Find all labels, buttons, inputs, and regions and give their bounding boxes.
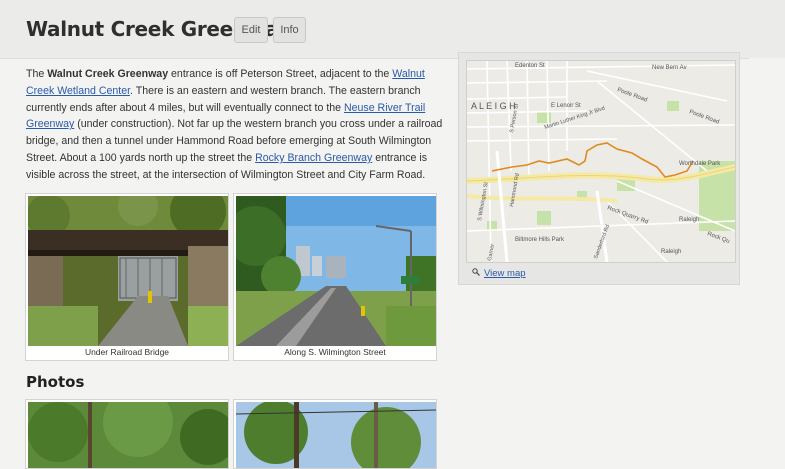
page-background-strip xyxy=(749,58,785,458)
magnifier-icon xyxy=(472,268,480,279)
woods-photo[interactable] xyxy=(28,402,228,469)
map[interactable]: Edenton St New Bern Av Poole Road Poole … xyxy=(466,60,736,263)
photo-card-wilmington-street[interactable]: Along S. Wilmington Street xyxy=(233,193,437,361)
utility-pole-photo[interactable] xyxy=(236,402,436,469)
map-label: Edenton St xyxy=(515,63,545,69)
map-label: New Bern Av xyxy=(652,65,687,71)
text-segment: entrance is off Peterson Street, adjacen… xyxy=(168,68,393,80)
description-paragraph: The Walnut Creek Greenway entrance is of… xyxy=(26,66,444,184)
map-label: Worthdale Park xyxy=(679,161,721,167)
map-canvas[interactable]: Edenton St New Bern Av Poole Road Poole … xyxy=(467,61,735,262)
map-panel: Edenton St New Bern Av Poole Road Poole … xyxy=(458,52,740,285)
text-segment: The xyxy=(26,68,48,80)
photo-caption: Along S. Wilmington Street xyxy=(284,347,386,357)
info-button[interactable]: Info xyxy=(273,17,306,43)
photo-card[interactable] xyxy=(233,399,437,469)
view-map-link-wrap[interactable]: View map xyxy=(472,268,526,279)
rocky-branch-link[interactable]: Rocky Branch Greenway xyxy=(255,152,372,164)
photo-card[interactable] xyxy=(25,399,229,469)
view-map-link[interactable]: View map xyxy=(484,268,526,279)
railroad-bridge-photo[interactable] xyxy=(28,196,228,346)
map-label: E Lenoir St xyxy=(551,103,581,109)
wilmington-street-photo[interactable] xyxy=(236,196,436,346)
description: The Walnut Creek Greenway entrance is of… xyxy=(26,66,444,184)
photo-card-railroad-bridge[interactable]: Under Railroad Bridge xyxy=(25,193,229,361)
edit-button[interactable]: Edit xyxy=(234,17,268,43)
photo-caption: Under Railroad Bridge xyxy=(84,347,170,357)
map-label: Raleigh xyxy=(661,249,681,255)
map-label: A L E I G H xyxy=(471,101,516,111)
greenway-name: Walnut Creek Greenway xyxy=(47,68,169,80)
page-header: Walnut Creek Greenway Edit Info xyxy=(0,0,785,59)
map-label: Raleigh xyxy=(679,217,699,223)
photos-heading: Photos xyxy=(26,373,85,391)
map-label: Biltmore Hills Park xyxy=(515,237,565,243)
